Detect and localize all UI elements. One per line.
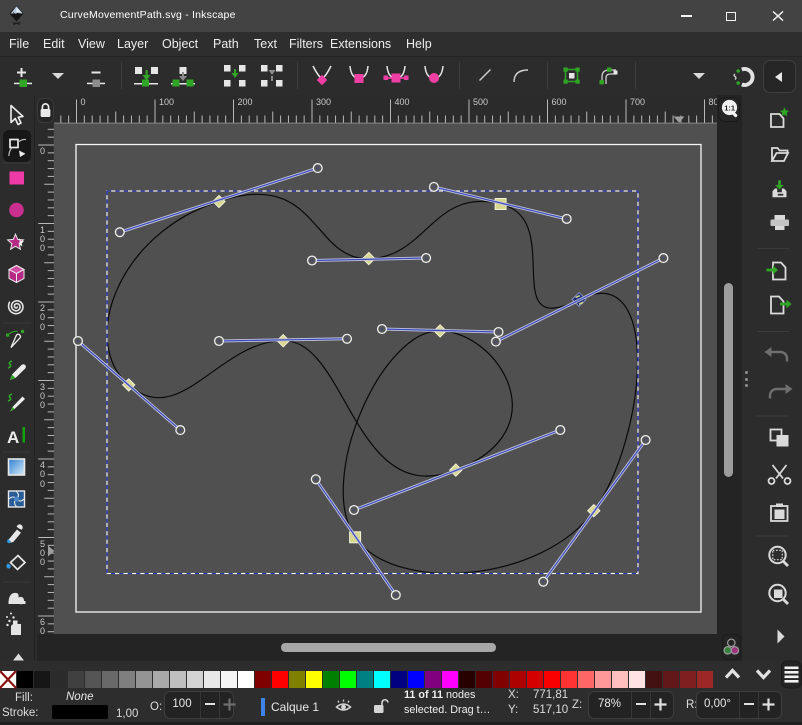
svg-text:1:1: 1:1 xyxy=(724,103,735,112)
svg-text:A: A xyxy=(7,428,19,447)
